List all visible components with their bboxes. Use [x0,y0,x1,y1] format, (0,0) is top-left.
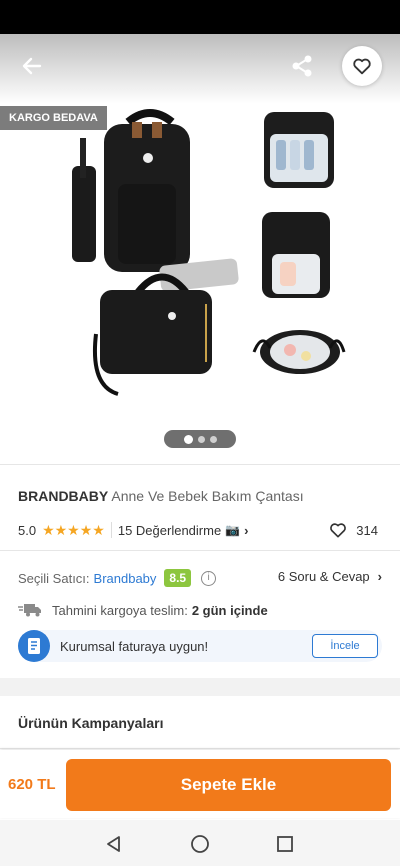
product-brand[interactable]: BRANDBABY [18,488,108,504]
product-name: Anne Ve Bebek Bakım Çantası [111,488,304,504]
pager-dot-3[interactable] [209,435,217,443]
invoice-icon [18,630,50,662]
product-title: BRANDBABY Anne Ve Bebek Bakım Çantası [0,465,400,505]
share-icon [292,55,312,77]
shipping-label: Tahmini kargoya teslim: [52,602,188,618]
divider [0,748,400,749]
back-button[interactable] [18,52,46,80]
share-button[interactable] [288,52,316,80]
rating-score: 5.0 [18,522,37,538]
pager-dot-1[interactable] [183,434,193,444]
inspect-button[interactable]: İncele [312,634,378,658]
seller-label: Seçili Satıcı: [18,570,90,586]
product-image-gallery[interactable]: KARGO BEDAVA [0,34,400,464]
rating-stars: ★★★★★ [42,521,105,538]
status-bar [0,0,400,34]
info-icon[interactable]: i [201,570,217,586]
nav-back-icon[interactable] [104,834,124,854]
shipping-row: Tahmini kargoya teslim: 2 gün içinde [18,600,382,620]
shipping-value: 2 gün içinde [191,602,268,618]
camera-icon: 📷 [225,523,241,537]
qa-label: 6 Soru & Cevap [277,569,370,584]
back-arrow-icon [22,57,42,75]
heart-outline-icon [330,523,347,538]
corporate-invoice-banner: Kurumsal faturaya uygun! İncele [18,630,382,662]
product-info: BRANDBABY Anne Ve Bebek Bakım Çantası 5.… [0,464,400,749]
image-pager[interactable] [164,430,236,448]
chevron-right-icon: › [377,569,382,584]
qa-link[interactable]: 6 Soru & Cevap › [278,569,382,584]
rating-separator [110,522,112,538]
truck-icon [18,604,41,617]
seller-name-link[interactable]: Brandbaby [94,571,157,586]
chevron-right-icon: › [244,522,249,538]
corporate-invoice-text: Kurumsal faturaya uygun! [60,639,209,654]
divider [0,550,400,551]
seller-row: Seçili Satıcı: Brandbaby 8.5 i 6 Soru & … [18,568,382,588]
bottom-action-bar: 620 TL Sepete Ekle [0,750,400,818]
price: 620 TL [8,776,56,793]
campaigns-title: Ürünün Kampanyaları [18,715,164,731]
add-to-cart-button[interactable]: Sepete Ekle [66,759,391,811]
free-shipping-badge: KARGO BEDAVA [0,106,107,130]
section-separator [0,678,400,696]
favorite-button[interactable] [342,46,382,86]
product-image [72,109,346,396]
reviews-link[interactable]: 15 Değerlendirme 📷 › [118,523,249,538]
seller-score-badge: 8.5 [164,569,192,587]
system-navigation-bar [0,820,400,866]
reviews-count: 15 Değerlendirme [117,522,222,538]
nav-recent-icon[interactable] [276,835,294,853]
nav-home-icon[interactable] [190,834,210,854]
pager-dot-2[interactable] [197,435,205,443]
likes-count: 314 [356,522,378,538]
rating-row: 5.0 ★★★★★ 15 Değerlendirme 📷 › 314 [18,520,382,540]
likes[interactable]: 314 [328,520,378,540]
heart-icon [353,58,371,75]
